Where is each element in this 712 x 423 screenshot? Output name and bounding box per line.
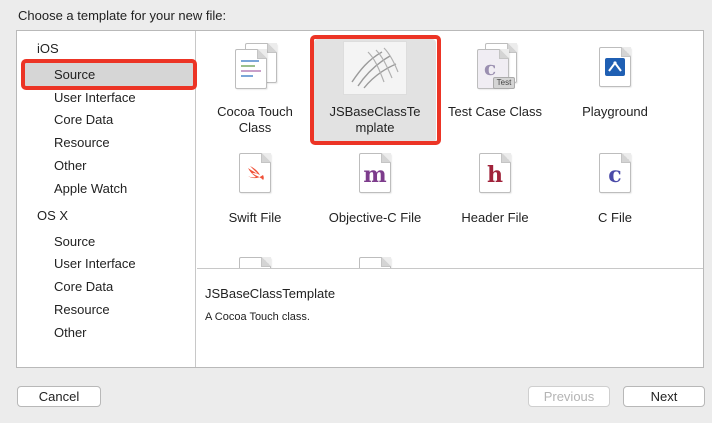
template-label-line1: Header File (461, 210, 529, 225)
header-glyph: h (487, 162, 503, 188)
c-glyph: c (608, 162, 622, 188)
sidebar-item-osx-resource[interactable]: Resource (54, 302, 110, 317)
description-text: A Cocoa Touch class. (205, 311, 310, 323)
h-file-icon: h (479, 151, 513, 197)
cancel-button[interactable]: Cancel (17, 386, 101, 407)
template-objective-c-file[interactable]: m Objective-C File (320, 151, 430, 231)
dialog-header: Choose a template for your new file: (18, 8, 227, 23)
template-label-line2: Class (238, 120, 272, 135)
sidebar-item-ios-core-data[interactable]: Core Data (54, 112, 113, 127)
objc-glyph: m (363, 162, 387, 188)
template-highlight-box (310, 35, 441, 145)
template-c-file[interactable]: c C File (560, 151, 670, 231)
swift-icon (239, 151, 273, 197)
template-label-line1: Playground (582, 104, 648, 119)
next-button[interactable]: Next (623, 386, 705, 407)
sidebar-item-osx-core-data[interactable]: Core Data (54, 279, 113, 294)
template-header-file[interactable]: h Header File (440, 151, 550, 231)
template-label-line1: Test Case Class (448, 104, 542, 119)
sidebar-item-osx-user-interface[interactable]: User Interface (54, 256, 136, 271)
template-label-line1: C File (598, 210, 632, 225)
sidebar-item-ios-resource[interactable]: Resource (54, 135, 110, 150)
sidebar-group-ios: iOS (37, 41, 59, 56)
template-chooser: iOS Source User Interface Core Data Reso… (16, 30, 704, 368)
test-case-icon: c Test (475, 43, 519, 93)
sidebar-item-osx-source[interactable]: Source (54, 234, 95, 249)
test-badge: Test (493, 77, 515, 89)
c-file-icon: c (599, 151, 633, 197)
previous-button[interactable]: Previous (528, 386, 610, 407)
partial-file-icon (239, 257, 271, 268)
template-label-line1: Objective-C File (328, 210, 422, 225)
template-sidebar: iOS Source User Interface Core Data Reso… (17, 31, 197, 367)
sidebar-group-osx: OS X (37, 208, 69, 223)
template-swift-file[interactable]: Swift File (200, 151, 310, 231)
sidebar-highlight-box (21, 59, 197, 90)
m-file-icon: m (359, 151, 393, 197)
template-description: JSBaseClassTemplate A Cocoa Touch class. (197, 268, 703, 367)
partial-file-icon (359, 257, 391, 268)
template-test-case-class[interactable]: c Test Test Case Class (440, 41, 550, 141)
template-cocoa-touch-class[interactable]: Cocoa Touch Class (200, 41, 310, 141)
template-grid: Cocoa Touch Class JSBaseClassTe mplate c… (197, 31, 703, 268)
description-title: JSBaseClassTemplate (205, 286, 336, 301)
sidebar-item-ios-other[interactable]: Other (54, 158, 87, 173)
sidebar-item-ios-apple-watch[interactable]: Apple Watch (54, 181, 127, 196)
template-label-line1: Cocoa Touch (217, 104, 293, 119)
template-playground[interactable]: Playground (560, 41, 670, 141)
sidebar-item-osx-other[interactable]: Other (54, 325, 87, 340)
playground-icon (599, 43, 633, 93)
template-label-line1: Swift File (228, 210, 282, 225)
sidebar-item-ios-user-interface[interactable]: User Interface (54, 90, 136, 105)
cocoa-touch-class-icon (235, 43, 277, 93)
